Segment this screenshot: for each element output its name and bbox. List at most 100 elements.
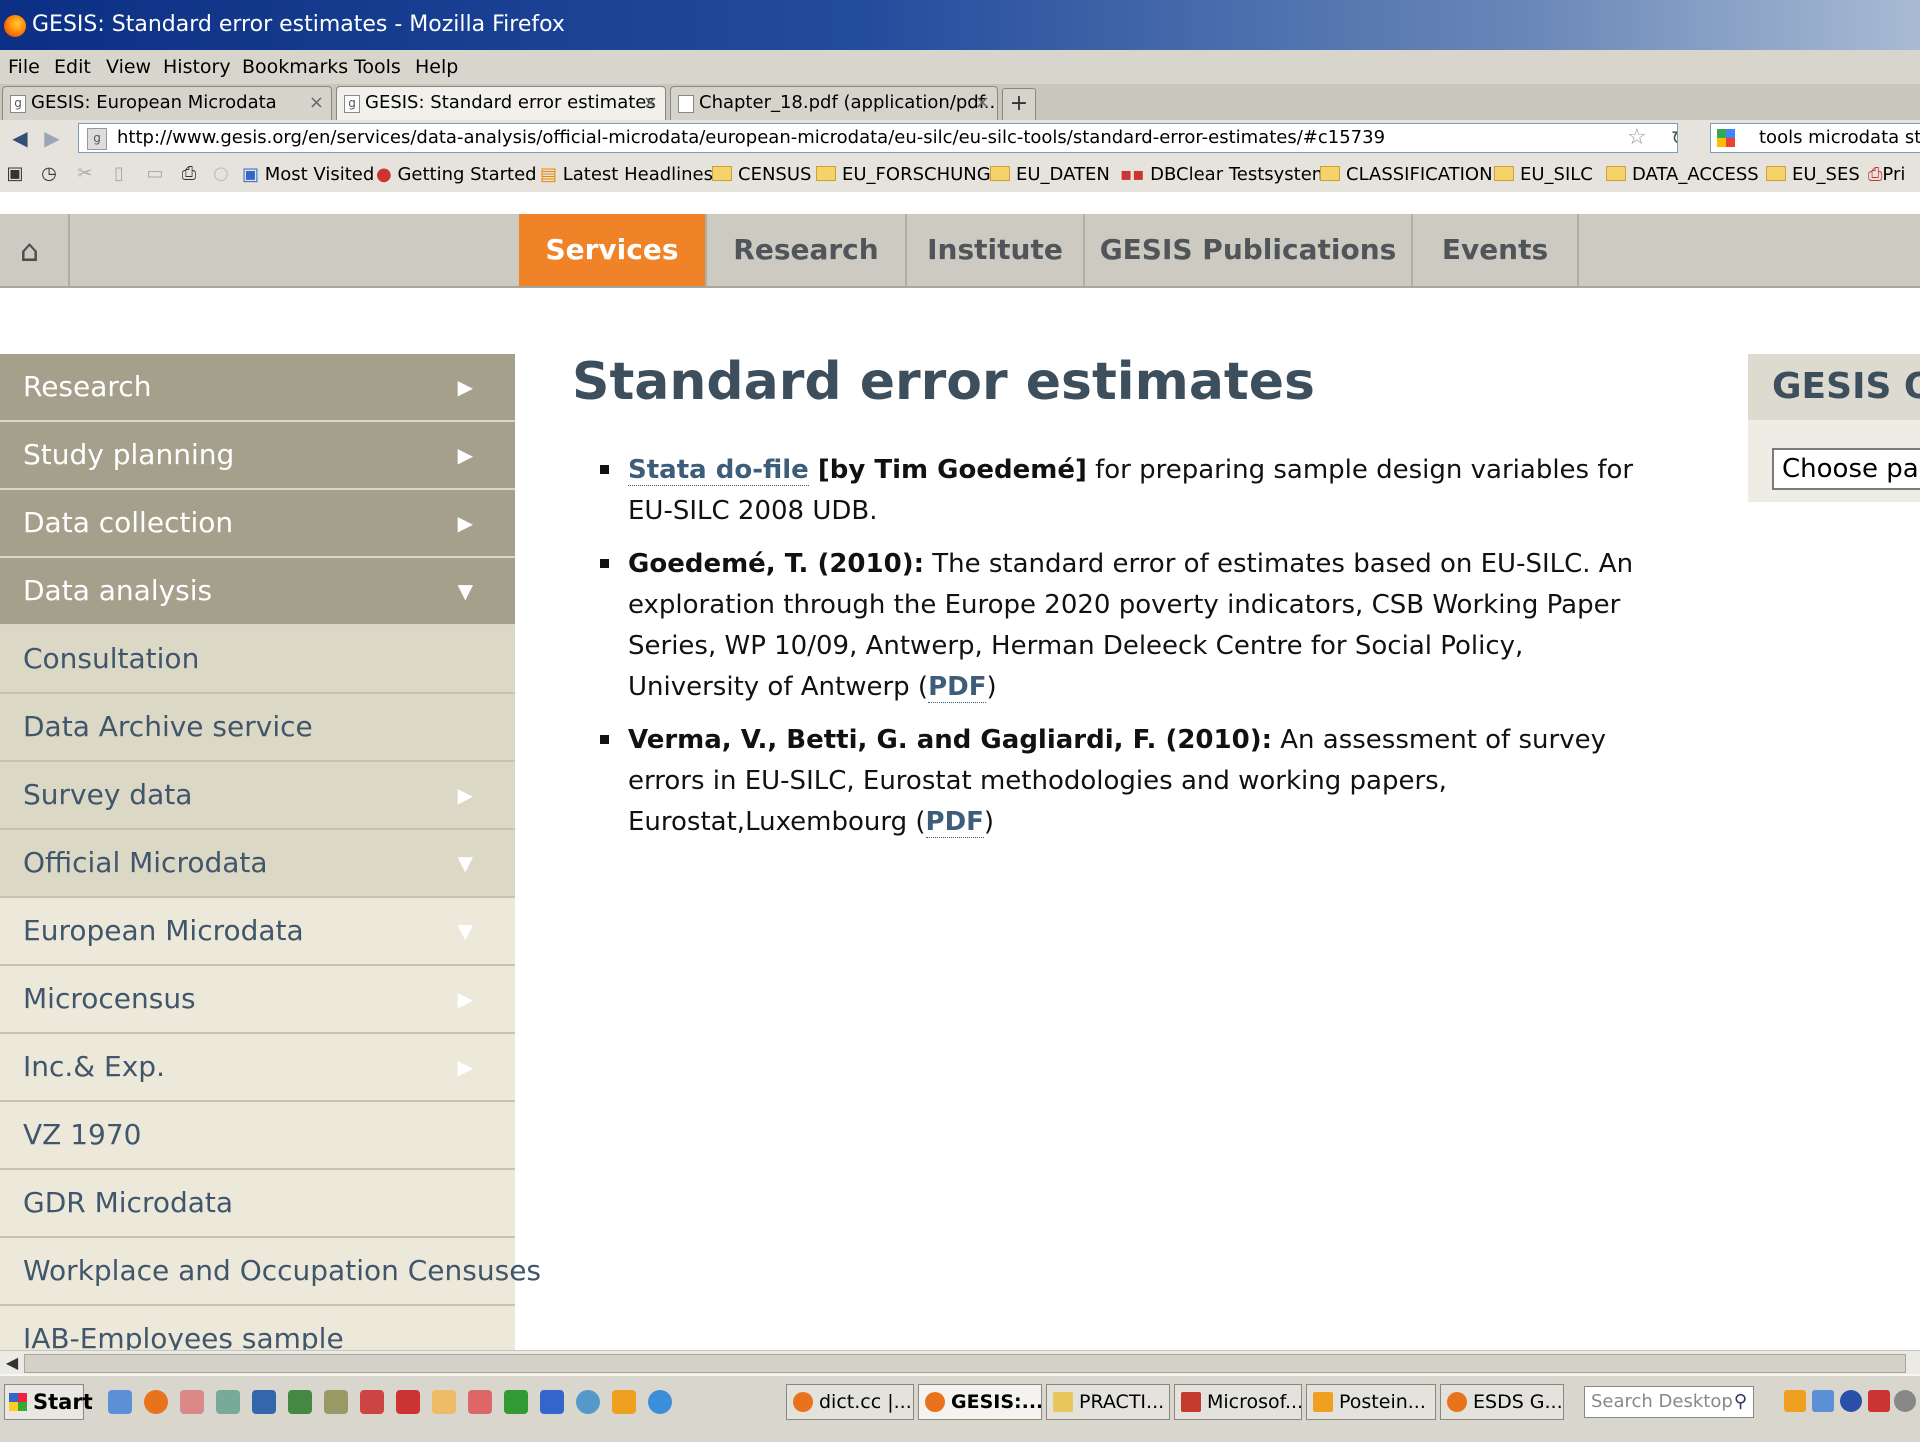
new-tab-button[interactable]: +	[1002, 88, 1036, 122]
sidebar-item-label: Research	[23, 370, 152, 403]
bookmark-latest-headlines[interactable]: ▤ Latest Headlines	[540, 164, 713, 185]
reload-icon[interactable]: ↻	[1671, 124, 1677, 152]
history-clock-icon[interactable]: ◷	[40, 165, 58, 183]
menu-bookmarks[interactable]: Bookmarks	[242, 56, 348, 78]
sidebar-item-study-planning[interactable]: Study planning ▶	[0, 422, 515, 490]
task-gesis[interactable]: GESIS:...	[918, 1384, 1042, 1420]
search-bar[interactable]: tools microdata stat	[1710, 123, 1920, 153]
bookmark-eu-ses[interactable]: EU_SES	[1766, 164, 1860, 185]
bookmark-eu-daten[interactable]: EU_DATEN	[990, 164, 1110, 185]
menu-help[interactable]: Help	[415, 56, 458, 78]
quicklaunch-excel-icon[interactable]	[504, 1390, 528, 1414]
sidebar-item-data-archive-service[interactable]: Data Archive service	[0, 694, 515, 762]
tray-clock-icon[interactable]	[1894, 1390, 1916, 1412]
tray-network-icon[interactable]	[1812, 1390, 1834, 1412]
stata-do-file-link[interactable]: Stata do-file	[628, 455, 809, 486]
magnifier-icon[interactable]: ⚲	[1734, 1387, 1747, 1417]
quicklaunch-folder-icon[interactable]	[432, 1390, 456, 1414]
scroll-left-arrow-icon[interactable]: ◀	[2, 1351, 22, 1375]
nav-institute[interactable]: Institute	[907, 214, 1085, 286]
nav-services[interactable]: Services	[519, 214, 707, 286]
bookmark-dbclear-testsystem[interactable]: ▪▪ DBClear Testsystem	[1120, 164, 1329, 185]
quicklaunch-app-icon[interactable]	[252, 1390, 276, 1414]
quicklaunch-outlook-icon[interactable]	[612, 1390, 636, 1414]
home-button[interactable]: ⌂	[0, 214, 70, 286]
sidebar-item-consultation[interactable]: Consultation	[0, 626, 515, 694]
sidebar-item-european-microdata[interactable]: European Microdata ▼	[0, 898, 515, 966]
quicklaunch-word-icon[interactable]	[540, 1390, 564, 1414]
bookmark-classification[interactable]: CLASSIFICATION	[1320, 164, 1493, 185]
bookmark-most-visited[interactable]: ▣ Most Visited	[242, 164, 374, 185]
save-icon[interactable]: ▣	[6, 165, 24, 183]
sidebar-item-workplace-and-occupation-censuses[interactable]: Workplace and Occupation Censuses	[0, 1238, 541, 1306]
menu-edit[interactable]: Edit	[54, 56, 91, 78]
bookmark-eu-forschung[interactable]: EU_FORSCHUNG	[816, 164, 991, 185]
close-tab-icon[interactable]: ×	[643, 87, 658, 119]
quicklaunch-powerpoint-icon[interactable]	[468, 1390, 492, 1414]
tab-standard-error-estimates[interactable]: g GESIS: Standard error estimates ×	[336, 86, 666, 120]
bookmark-eu-silc[interactable]: EU_SILC	[1494, 164, 1593, 185]
task-microsoft[interactable]: Microsof...	[1174, 1384, 1302, 1420]
bookmark-print[interactable]: ⎙Pri	[1868, 164, 1905, 185]
bookmark-star-icon[interactable]: ☆	[1627, 124, 1647, 152]
quicklaunch-ie-icon[interactable]	[648, 1390, 672, 1414]
quicklaunch-chart-icon[interactable]	[360, 1390, 384, 1414]
desktop-search-input[interactable]: Search Desktop ⚲	[1584, 1386, 1754, 1418]
quicklaunch-tool-icon[interactable]	[216, 1390, 240, 1414]
sidebar-item-vz-1970[interactable]: VZ 1970	[0, 1102, 515, 1170]
cut-icon[interactable]: ✂	[76, 165, 94, 183]
sidebar-item-gdr-microdata[interactable]: GDR Microdata	[0, 1170, 515, 1238]
bookmark-getting-started[interactable]: ● Getting Started	[376, 164, 537, 185]
tab-european-microdata[interactable]: g GESIS: European Microdata ×	[2, 86, 332, 120]
bookmark-data-access[interactable]: DATA_ACCESS	[1606, 164, 1759, 185]
menu-view[interactable]: View	[106, 56, 151, 78]
forward-arrow-icon[interactable]: ▶	[36, 123, 68, 153]
horizontal-scrollbar[interactable]: ◀	[0, 1350, 1920, 1375]
task-posteingang[interactable]: Postein...	[1306, 1384, 1436, 1420]
print-icon[interactable]: ⎙	[180, 165, 198, 183]
quicklaunch-pdf-icon[interactable]	[396, 1390, 420, 1414]
task-practi[interactable]: PRACTI...	[1046, 1384, 1170, 1420]
task-esds[interactable]: ESDS G...	[1440, 1384, 1564, 1420]
menu-bar: File Edit View History Bookmarks Tools H…	[0, 50, 1920, 84]
google-search-engine-icon[interactable]	[1717, 129, 1735, 147]
sidebar-item-survey-data[interactable]: Survey data ▶	[0, 762, 515, 830]
bookmark-census[interactable]: CENSUS	[712, 164, 811, 185]
quicklaunch-firefox-icon[interactable]	[144, 1390, 168, 1414]
choose-page-select[interactable]: Choose pa	[1772, 448, 1920, 490]
reference-text-tail: )	[986, 672, 997, 702]
scrollbar-thumb[interactable]	[24, 1354, 1906, 1373]
menu-file[interactable]: File	[8, 56, 40, 78]
quicklaunch-terminal-icon[interactable]	[288, 1390, 312, 1414]
copy-icon[interactable]: ▭	[146, 165, 164, 183]
back-arrow-icon[interactable]: ◀	[4, 123, 36, 153]
sidebar-item-inc-exp[interactable]: Inc.& Exp. ▶	[0, 1034, 515, 1102]
menu-tools[interactable]: Tools	[354, 56, 401, 78]
task-dict-cc[interactable]: dict.cc |...	[786, 1384, 914, 1420]
sidebar-item-data-analysis[interactable]: Data analysis ▼	[0, 558, 515, 626]
paste-icon[interactable]: ▯	[110, 165, 128, 183]
close-tab-icon[interactable]: ×	[309, 87, 324, 119]
start-button[interactable]: Start	[4, 1384, 93, 1420]
url-bar[interactable]: g http://www.gesis.org/en/services/data-…	[78, 123, 1678, 153]
nav-gesis-publications[interactable]: GESIS Publications	[1085, 214, 1413, 286]
quicklaunch-globe-icon[interactable]	[576, 1390, 600, 1414]
tray-security-icon[interactable]	[1868, 1390, 1890, 1412]
sidebar-item-microcensus[interactable]: Microcensus ▶	[0, 966, 515, 1034]
site-identity-icon[interactable]: g	[87, 128, 107, 150]
sidebar-item-official-microdata[interactable]: Official Microdata ▼	[0, 830, 515, 898]
tab-chapter-18-pdf[interactable]: Chapter_18.pdf (application/pdf... ×	[670, 86, 998, 120]
sidebar-item-data-collection[interactable]: Data collection ▶	[0, 490, 515, 558]
quicklaunch-desktop-icon[interactable]	[108, 1390, 132, 1414]
close-tab-icon[interactable]: ×	[975, 87, 990, 119]
quicklaunch-calc-icon[interactable]	[180, 1390, 204, 1414]
quicklaunch-search-icon[interactable]	[324, 1390, 348, 1414]
nav-events[interactable]: Events	[1413, 214, 1579, 286]
sidebar-item-research[interactable]: Research ▶	[0, 354, 515, 422]
nav-research[interactable]: Research	[707, 214, 907, 286]
pdf-link[interactable]: PDF	[928, 672, 987, 703]
pdf-link[interactable]: PDF	[925, 807, 984, 838]
menu-history[interactable]: History	[163, 56, 231, 78]
tray-outlook-icon[interactable]	[1784, 1390, 1806, 1412]
tray-sync-icon[interactable]	[1840, 1390, 1862, 1412]
